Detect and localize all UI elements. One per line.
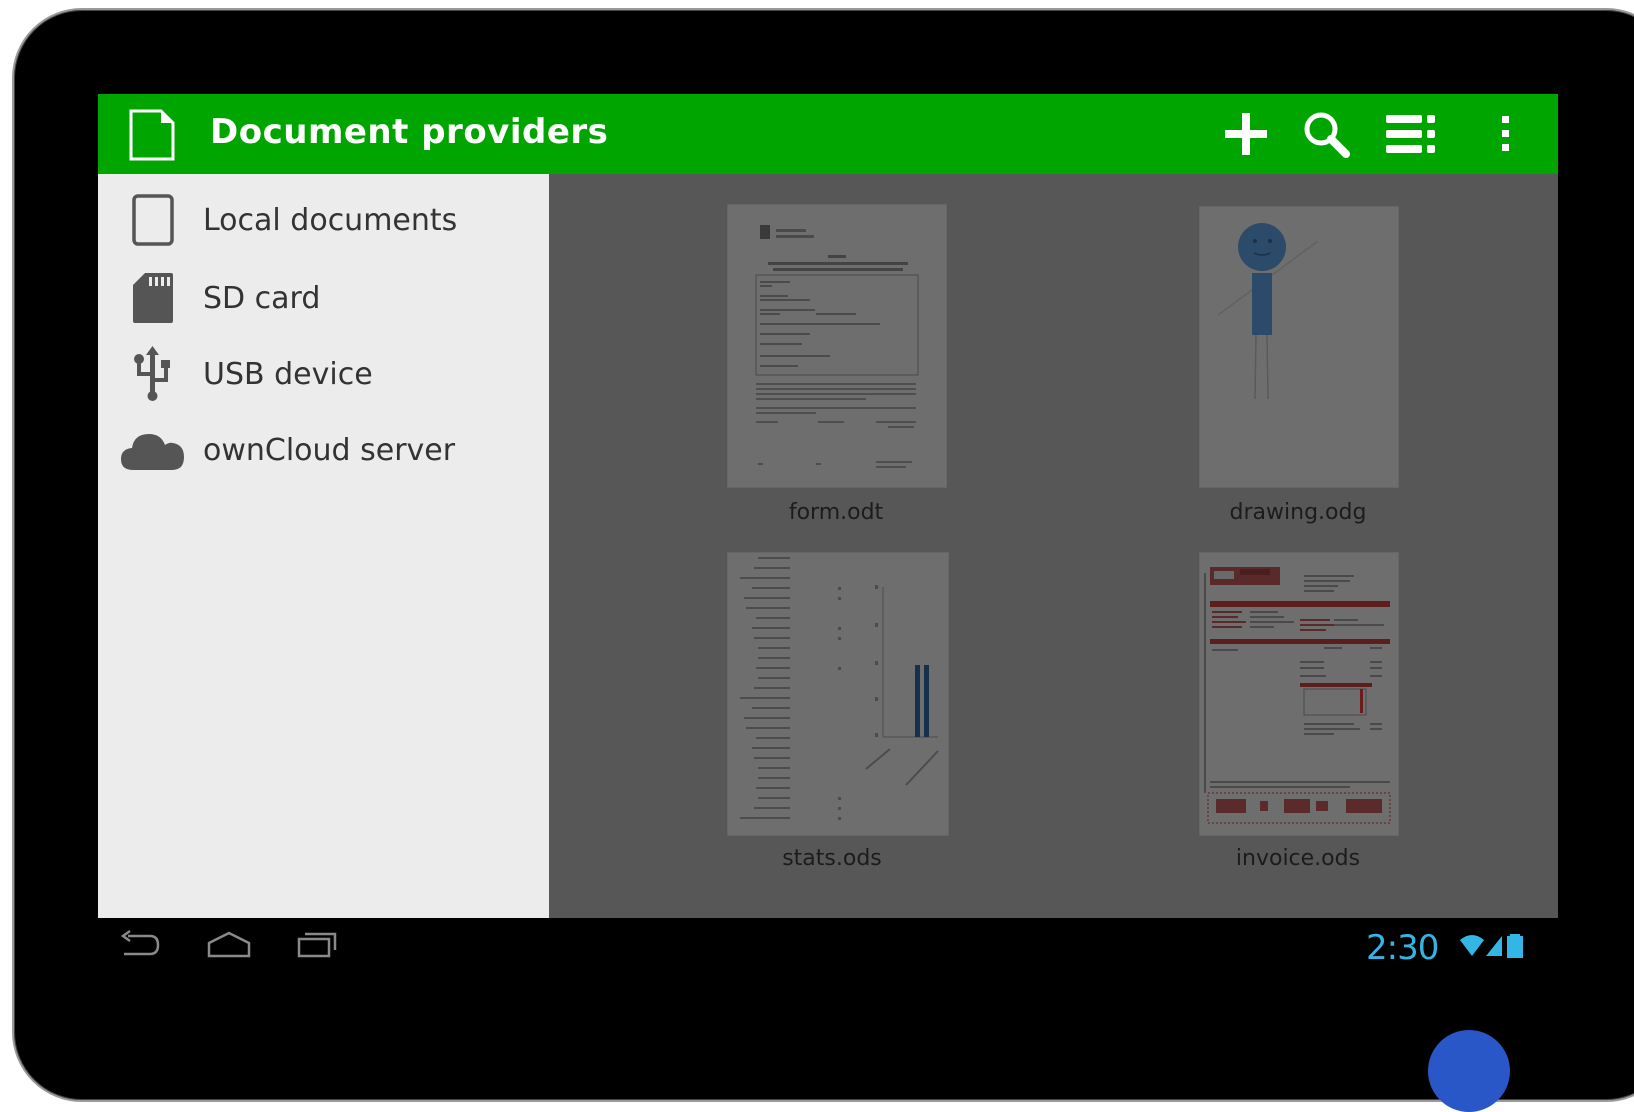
cloud-icon [118,420,188,480]
status-icons [1458,932,1528,962]
usb-icon [118,344,188,404]
drawer-item-owncloud-server[interactable]: ownCloud server [98,414,549,486]
document-thumbnail [727,552,949,836]
drawer-item-label: Local documents [203,202,458,238]
recent-apps-button[interactable] [296,930,356,966]
signal-icon [1486,936,1502,956]
drawer-item-sd-card[interactable]: SD card [98,262,549,334]
document-name: drawing.odg [1229,500,1367,525]
document-name: invoice.ods [1235,846,1361,871]
drawer-item-label: ownCloud server [203,432,456,468]
document-name: stats.ods [782,846,882,871]
sd-card-icon [118,268,188,328]
document-tile-invoice[interactable]: invoice.ods [1199,552,1399,882]
tablet-icon [118,190,188,250]
search-icon [1304,112,1350,158]
document-thumbnail [727,204,947,488]
home-icon [207,931,251,958]
document-tile-drawing[interactable]: drawing.odg [1199,206,1399,526]
overflow-menu-button[interactable] [1478,108,1534,160]
document-icon[interactable] [128,108,176,162]
navigation-drawer: Local documents SD card USB device ownCl… [98,174,549,918]
system-navigation-bar: 2:30 [98,918,1558,978]
list-view-icon [1386,115,1435,153]
recent-apps-icon [297,932,337,958]
action-bar: Document providers [98,94,1558,174]
document-name: form.odt [788,500,884,525]
drawer-item-label: SD card [203,280,321,316]
status-clock: 2:30 [1366,928,1439,968]
page-title: Document providers [210,112,609,152]
decorative-circle [1428,1030,1510,1112]
wifi-icon [1460,935,1484,956]
home-button[interactable] [206,930,266,966]
drawer-item-local-documents[interactable]: Local documents [98,184,549,256]
document-thumbnail [1199,552,1399,836]
document-grid: form.odt drawing.odg stats.ods invoice.o… [549,174,1558,918]
add-button[interactable] [1218,108,1274,160]
drawer-item-label: USB device [203,356,373,392]
drawer-item-usb-device[interactable]: USB device [98,338,549,410]
screen: Document providers Local documents SD ca… [98,94,1558,918]
back-button[interactable] [118,929,178,966]
document-tile-form[interactable]: form.odt [727,204,947,525]
document-thumbnail [1199,206,1399,488]
add-icon [1225,113,1267,155]
document-tile-stats[interactable]: stats.ods [727,552,951,882]
search-button[interactable] [1298,108,1354,160]
back-icon [120,929,160,956]
list-view-button[interactable] [1383,108,1439,160]
battery-icon [1507,934,1523,958]
overflow-menu-icon [1502,116,1509,151]
